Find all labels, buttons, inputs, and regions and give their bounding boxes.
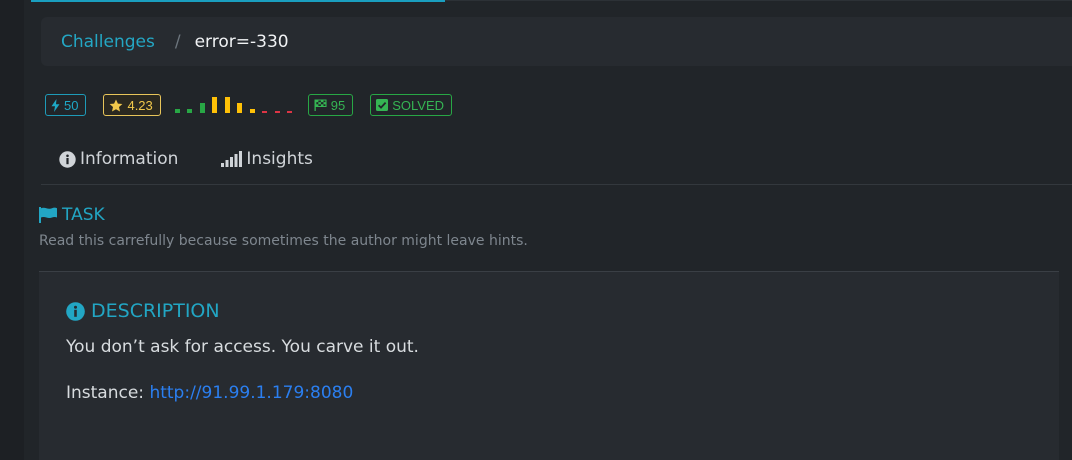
challenge-badges: 50 4.23 95 SOLVED [45, 93, 453, 117]
difficulty-histogram [174, 95, 295, 115]
difficulty-bar [262, 111, 268, 113]
points-badge: 50 [45, 94, 87, 116]
flag-icon [39, 207, 57, 223]
rating-badge: 4.23 [103, 94, 161, 116]
tab-information-label: Information [80, 149, 179, 169]
tab-insights-label: Insights [246, 149, 313, 169]
solved-label: SOLVED [392, 97, 445, 113]
difficulty-bar [174, 109, 180, 113]
instance-label: Instance: [66, 383, 150, 403]
task-title: TASK [62, 205, 105, 225]
difficulty-bar [274, 111, 280, 113]
difficulty-bar [237, 103, 243, 113]
instance-link[interactable]: http://91.99.1.179:8080 [149, 383, 353, 403]
difficulty-bar [187, 109, 193, 113]
description-text: You don’t ask for access. You carve it o… [66, 337, 419, 357]
tab-information[interactable]: Information [59, 149, 178, 169]
solved-badge: SOLVED [370, 94, 453, 116]
difficulty-bar [212, 97, 218, 113]
task-heading: TASK [39, 205, 105, 225]
top-progress-bar [31, 0, 445, 2]
points-value: 50 [64, 97, 79, 113]
left-sidebar-edge [0, 0, 24, 460]
breadcrumb: Challenges / error=-330 [41, 17, 1072, 66]
info-circle-icon [66, 301, 85, 321]
check-square-icon [376, 99, 389, 111]
challenge-tabs: Information Insights [59, 149, 313, 169]
solves-value: 95 [330, 97, 346, 113]
solves-badge: 95 [307, 94, 354, 116]
signal-bars-icon [221, 151, 243, 167]
difficulty-bar [199, 103, 205, 113]
star-icon [110, 99, 123, 111]
flag-checkered-icon [314, 99, 327, 111]
description-card: DESCRIPTION You don’t ask for access. Yo… [39, 271, 1059, 460]
breadcrumb-separator: / [174, 31, 181, 52]
breadcrumb-challenges-link[interactable]: Challenges [61, 32, 155, 52]
task-subtitle: Read this carrefully because sometimes t… [39, 233, 528, 249]
description-heading: DESCRIPTION [66, 300, 220, 322]
top-divider [445, 0, 1072, 1]
description-title: DESCRIPTION [91, 300, 220, 322]
tab-insights[interactable]: Insights [220, 149, 313, 169]
breadcrumb-current: error=-330 [194, 31, 289, 52]
instance-line: Instance: http://91.99.1.179:8080 [66, 383, 353, 403]
rating-value: 4.23 [127, 97, 153, 113]
bolt-icon [51, 98, 60, 112]
tabs-divider [41, 184, 1072, 185]
info-circle-icon [59, 150, 76, 168]
challenge-page: Challenges / error=-330 50 4.23 95 SOLVE… [0, 0, 1072, 460]
difficulty-bar [224, 97, 230, 113]
difficulty-bar [249, 109, 255, 113]
difficulty-bar [287, 111, 293, 113]
